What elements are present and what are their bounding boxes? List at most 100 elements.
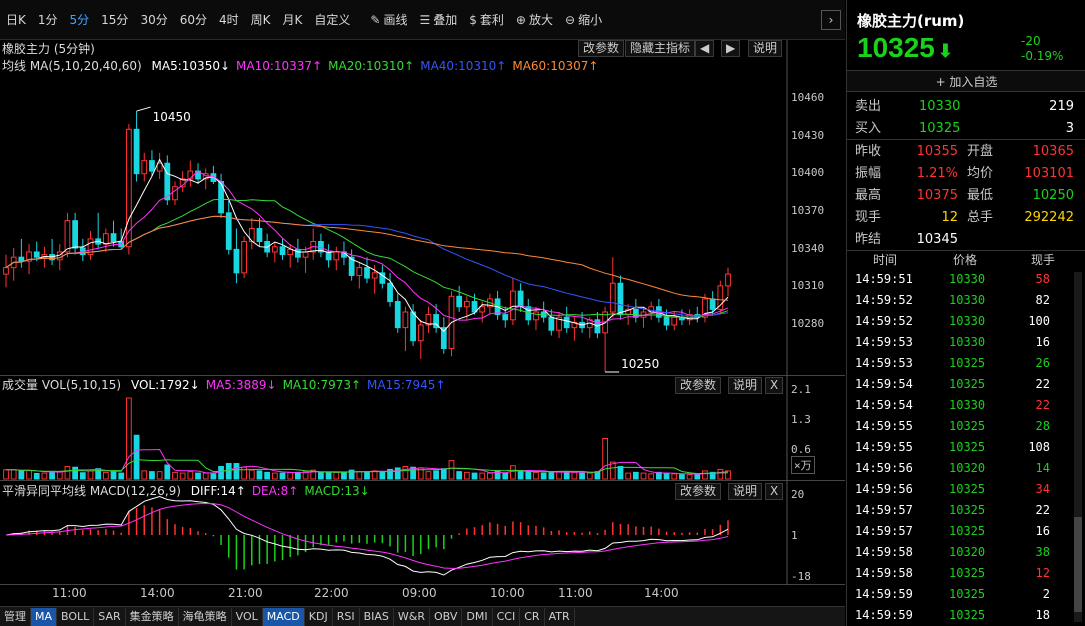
tick-row: 14:59:54 10330 22: [847, 395, 1085, 416]
tick-price: 10325: [949, 524, 986, 538]
volume-help-button[interactable]: 说明: [728, 377, 763, 394]
indicator-tab[interactable]: CCI: [493, 607, 521, 626]
tool-button[interactable]: ⊕ 放大: [510, 0, 559, 40]
indicator-tab[interactable]: CR: [520, 607, 545, 626]
tick-scrollbar[interactable]: [1074, 272, 1082, 622]
scrollbar-thumb[interactable]: [1074, 517, 1082, 612]
stat-label: 总手: [967, 210, 994, 225]
y-tick-label: 1.3: [791, 413, 811, 426]
indicator-tab[interactable]: 海龟策略: [179, 607, 232, 626]
tick-time: 14:59:56: [855, 482, 913, 496]
tool-button[interactable]: ⊖ 缩小: [559, 0, 608, 40]
tick-volume: 18: [1035, 608, 1050, 622]
add-watchlist-button[interactable]: + 加入自选: [847, 70, 1085, 92]
indicator-tab[interactable]: MA: [31, 607, 58, 626]
prev-indicator-button[interactable]: ◀: [695, 40, 715, 57]
legend-value: MA15:7945↑: [367, 378, 446, 392]
indicator-tab[interactable]: BOLL: [57, 607, 95, 626]
period-tab[interactable]: 周K: [245, 0, 277, 40]
hide-indicator-button[interactable]: 隐藏主指标: [625, 40, 696, 57]
period-tab[interactable]: 30分: [134, 0, 173, 40]
indicator-tab[interactable]: SAR: [94, 607, 126, 626]
tool-button[interactable]: ✎ 画线: [364, 0, 413, 40]
legend-value: MA10:7973↑: [282, 378, 362, 392]
period-tab[interactable]: 60分: [174, 0, 213, 40]
volume-close-button[interactable]: X: [765, 377, 784, 394]
tool-button[interactable]: ☰ 叠加: [413, 0, 463, 40]
macd-params-button[interactable]: 改参数: [675, 483, 722, 500]
indicator-tab[interactable]: BIAS: [360, 607, 394, 626]
tick-volume: 34: [1035, 482, 1050, 496]
period-tab[interactable]: 4时: [213, 0, 245, 40]
indicator-tab[interactable]: MACD: [262, 607, 305, 626]
period-tab[interactable]: 1分: [32, 0, 64, 40]
stat-label: 昨结: [855, 232, 882, 247]
volume-params-button[interactable]: 改参数: [675, 377, 722, 394]
legend-value: MA40:10310↑: [420, 59, 507, 73]
period-tab[interactable]: 15分: [95, 0, 134, 40]
quote-panel: 橡胶主力(rum) 10325 ⬇ -20 -0.19% + 加入自选 卖出 10…: [846, 0, 1085, 626]
collapse-panel-button[interactable]: ›: [821, 10, 841, 30]
indicator-tab[interactable]: VOL: [232, 607, 263, 626]
last-price-value: 10325: [857, 32, 935, 63]
pencil-icon: ✎: [370, 12, 381, 27]
indicator-tab[interactable]: KDJ: [305, 607, 333, 626]
x-tick-label: 14:00: [140, 586, 175, 600]
stat-value: 10365: [1032, 144, 1074, 159]
tick-row: 14:59:53 10330 16: [847, 332, 1085, 353]
volume-chart-panel: 成交量 VOL(5,10,15) VOL:1792↓ MA5:3889↓ MA10:…: [0, 376, 845, 481]
indicator-tab[interactable]: ATR: [545, 607, 575, 626]
legend-value: MA60:10307↑: [512, 59, 599, 73]
volume-values: VOL:1792↓ MA5:3889↓ MA10:7973↑ MA15:7945↑: [125, 378, 446, 392]
macd-close-button[interactable]: X: [765, 483, 784, 500]
tick-time: 14:59:52: [855, 293, 913, 307]
ask-volume: 219: [1049, 99, 1074, 114]
edit-params-button[interactable]: 改参数: [578, 40, 625, 57]
indicator-tab[interactable]: RSI: [333, 607, 360, 626]
tick-row: 14:59:57 10325 16: [847, 521, 1085, 542]
tick-volume: 14: [1035, 461, 1050, 475]
next-indicator-button[interactable]: ▶: [721, 40, 741, 57]
period-tab[interactable]: 月K: [277, 0, 309, 40]
tick-price: 10325: [949, 608, 986, 622]
bid-volume: 3: [1065, 121, 1074, 136]
tool-button[interactable]: $ 套利: [463, 0, 510, 40]
indicator-tabs: 管理 MA BOLL SAR 集金策略 海龟策略 VOL MACD KDJ RSI BIAS W&R O…: [0, 606, 845, 626]
change-percent: -0.19%: [1021, 49, 1064, 63]
stat-row: 振幅 1.21% 均价 103101: [847, 163, 1085, 184]
indicator-tab[interactable]: OBV: [430, 607, 463, 626]
tick-time: 14:59:53: [855, 335, 913, 349]
period-tab[interactable]: 自定义: [308, 0, 356, 40]
ask-price: 10330: [919, 99, 961, 114]
y-tick-label: -18: [791, 570, 811, 583]
tick-volume: 58: [1035, 272, 1050, 286]
tick-volume: 100: [1028, 314, 1050, 328]
stat-row: 最高 10375 最低 10250: [847, 185, 1085, 206]
period-tab[interactable]: 日K: [0, 0, 32, 40]
tick-volume: 28: [1035, 419, 1050, 433]
macd-help-button[interactable]: 说明: [728, 483, 763, 500]
indicator-tab[interactable]: W&R: [394, 607, 430, 626]
tick-row: 14:59:55 10325 28: [847, 416, 1085, 437]
ask-row: 卖出 10330 219: [847, 96, 1085, 117]
tick-volume: 22: [1035, 377, 1050, 391]
stat-value: 10250: [1032, 188, 1074, 203]
tick-time: 14:59:57: [855, 524, 913, 538]
tick-row: 14:59:58 10325 12: [847, 563, 1085, 584]
tick-price: 10325: [949, 377, 986, 391]
indicator-tab[interactable]: 管理: [0, 607, 31, 626]
legend-value: DEA:8↑: [251, 484, 299, 498]
indicator-tab[interactable]: 集金策略: [126, 607, 179, 626]
y-tick-label: 10460: [791, 91, 825, 104]
price-chart-panel: 橡胶主力 (5分钟) 改参数 隐藏主指标 ◀ ▶ 说明 均线 MA(5,10,2…: [0, 40, 845, 376]
help-button[interactable]: 说明: [748, 40, 783, 57]
period-tab[interactable]: 5分: [64, 0, 96, 40]
tool-label: 放大: [528, 12, 553, 27]
tick-price: 10325: [949, 419, 986, 433]
indicator-tab[interactable]: DMI: [462, 607, 493, 626]
stat-row: 昨收 10355 开盘 10365: [847, 141, 1085, 162]
y-tick-label: 10400: [791, 166, 825, 180]
tick-row: 14:59:52 10330 100: [847, 311, 1085, 332]
ma-legend: 均线 MA(5,10,20,40,60) MA5:10350↓ MA10:1033…: [2, 57, 598, 75]
tick-time: 14:59:52: [855, 314, 913, 328]
